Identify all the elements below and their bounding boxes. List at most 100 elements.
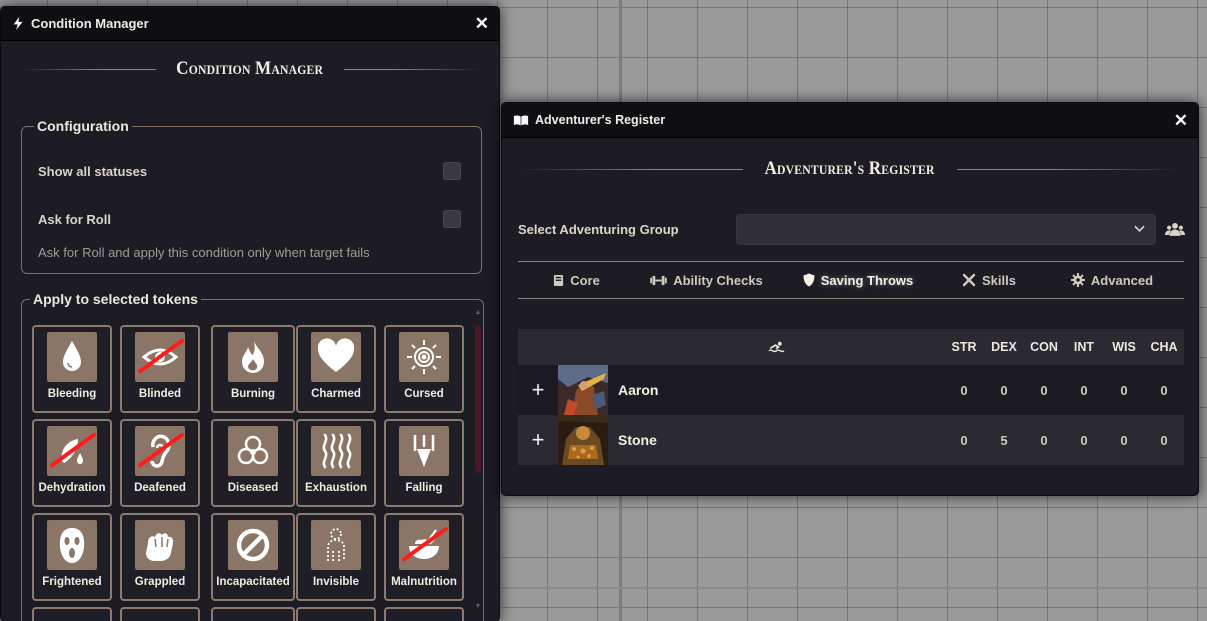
show-all-statuses-checkbox[interactable] bbox=[443, 162, 461, 180]
save-value-dex[interactable]: 5 bbox=[984, 433, 1024, 448]
adventuring-group-select[interactable] bbox=[736, 213, 1157, 245]
ask-for-roll-checkbox[interactable] bbox=[443, 210, 461, 228]
column-header-int: INT bbox=[1073, 340, 1095, 354]
show-all-statuses-label: Show all statuses bbox=[38, 163, 148, 179]
condition-tile-burning[interactable]: Burning bbox=[211, 325, 295, 413]
spiral-sun-icon bbox=[399, 332, 449, 382]
tab-label: Saving Throws bbox=[820, 272, 914, 288]
add-button[interactable]: + bbox=[518, 377, 558, 403]
tab-label: Ability Checks bbox=[673, 272, 763, 288]
blinded-eye-icon bbox=[135, 332, 185, 382]
condition-label: Diseased bbox=[227, 482, 279, 494]
condition-label: Cursed bbox=[404, 388, 444, 400]
save-value-dex[interactable]: 0 bbox=[984, 383, 1024, 398]
heat-waves-icon bbox=[311, 426, 361, 476]
column-header-wis: WIS bbox=[1112, 340, 1136, 354]
save-value-wis[interactable]: 0 bbox=[1104, 383, 1144, 398]
condition-tile[interactable] bbox=[296, 607, 376, 621]
save-value-int[interactable]: 0 bbox=[1064, 383, 1104, 398]
apply-legend: Apply to selected tokens bbox=[33, 291, 198, 307]
window-header[interactable]: Condition Manager ✕ bbox=[1, 7, 499, 41]
condition-tile-cursed[interactable]: Cursed bbox=[384, 325, 464, 413]
tab-label: Skills bbox=[982, 272, 1016, 288]
save-value-str[interactable]: 0 bbox=[944, 383, 984, 398]
adventurers-register-window: Adventurer's Register ✕ Adventurer's Reg… bbox=[501, 102, 1199, 496]
malnutrition-bowl-icon bbox=[399, 520, 449, 570]
crossed-tools-icon bbox=[962, 273, 976, 287]
condition-manager-window: Condition Manager ✕ Condition Manager Co… bbox=[0, 6, 500, 621]
invisible-figure-icon bbox=[311, 520, 361, 570]
window-header[interactable]: Adventurer's Register ✕ bbox=[502, 103, 1198, 138]
dumbbell-icon bbox=[650, 275, 667, 286]
save-value-str[interactable]: 0 bbox=[944, 433, 984, 448]
condition-label: Malnutrition bbox=[391, 576, 457, 588]
condition-tile-charmed[interactable]: Charmed bbox=[296, 325, 376, 413]
condition-tile-falling[interactable]: Falling bbox=[384, 419, 464, 507]
condition-tile-malnutrition[interactable]: Malnutrition bbox=[384, 513, 464, 601]
tab-advanced[interactable]: Advanced bbox=[1040, 262, 1184, 298]
character-name: Aaron bbox=[618, 382, 659, 398]
table-row: + Stone 0 5 0 0 0 0 bbox=[518, 415, 1184, 465]
condition-tile-blinded[interactable]: Blinded bbox=[120, 325, 200, 413]
page-title: Condition Manager bbox=[176, 58, 324, 79]
condition-label: Blinded bbox=[138, 388, 182, 400]
configuration-group: Configuration Show all statuses Ask for … bbox=[21, 118, 482, 274]
add-button[interactable]: + bbox=[518, 427, 558, 453]
condition-tile[interactable] bbox=[32, 607, 112, 621]
show-all-statuses-row: Show all statuses bbox=[38, 162, 461, 180]
condition-label: Dehydration bbox=[38, 482, 106, 494]
save-value-cha[interactable]: 0 bbox=[1144, 383, 1184, 398]
chevron-down-icon bbox=[1134, 222, 1145, 236]
condition-label: Falling bbox=[405, 482, 443, 494]
manage-group-button[interactable] bbox=[1164, 218, 1186, 240]
condition-label: Deafened bbox=[134, 482, 186, 494]
save-value-cha[interactable]: 0 bbox=[1144, 433, 1184, 448]
condition-tile-exhaustion[interactable]: Exhaustion bbox=[296, 419, 376, 507]
tab-skills[interactable]: Skills bbox=[938, 262, 1040, 298]
close-button[interactable]: ✕ bbox=[1174, 112, 1188, 129]
condition-tile-grappled[interactable]: Grappled bbox=[120, 513, 200, 601]
condition-tile-diseased[interactable]: Diseased bbox=[211, 419, 295, 507]
close-button[interactable]: ✕ bbox=[475, 15, 489, 32]
save-value-con[interactable]: 0 bbox=[1024, 433, 1064, 448]
condition-label: Frightened bbox=[42, 576, 102, 588]
condition-tile[interactable] bbox=[211, 607, 295, 621]
condition-tile-incapacitated[interactable]: Incapacitated bbox=[211, 513, 295, 601]
tab-saving-throws[interactable]: Saving Throws bbox=[778, 262, 938, 298]
condition-label: Invisible bbox=[312, 576, 360, 588]
scrollbar[interactable] bbox=[475, 325, 481, 615]
ask-for-roll-hint: Ask for Roll and apply this condition on… bbox=[38, 245, 370, 260]
open-book-icon bbox=[512, 113, 529, 127]
save-value-con[interactable]: 0 bbox=[1024, 383, 1064, 398]
tab-core[interactable]: Core bbox=[518, 262, 635, 298]
condition-grid: Bleeding Blinded Burning Charmed Cursed … bbox=[32, 325, 464, 621]
scream-mask-icon bbox=[47, 520, 97, 570]
column-header-cha: CHA bbox=[1150, 340, 1178, 354]
scroll-up-arrow-icon[interactable]: ▲ bbox=[474, 309, 482, 316]
condition-tile-dehydration[interactable]: Dehydration bbox=[32, 419, 112, 507]
scrollbar-thumb[interactable] bbox=[475, 325, 481, 473]
configuration-legend: Configuration bbox=[37, 118, 129, 134]
condition-tile-deafened[interactable]: Deafened bbox=[120, 419, 200, 507]
save-value-int[interactable]: 0 bbox=[1064, 433, 1104, 448]
adventuring-group-label: Select Adventuring Group bbox=[518, 221, 679, 237]
scroll-down-arrow-icon[interactable]: ▼ bbox=[474, 603, 482, 610]
swimmer-icon bbox=[608, 341, 944, 353]
divider bbox=[956, 168, 1181, 170]
condition-tile-invisible[interactable]: Invisible bbox=[296, 513, 376, 601]
condition-tile[interactable] bbox=[120, 607, 200, 621]
window-title: Condition Manager bbox=[31, 16, 149, 31]
condition-tile-bleeding[interactable]: Bleeding bbox=[32, 325, 112, 413]
condition-tile-frightened[interactable]: Frightened bbox=[32, 513, 112, 601]
condition-label: Incapacitated bbox=[216, 576, 290, 588]
tab-ability-checks[interactable]: Ability Checks bbox=[635, 262, 778, 298]
save-value-wis[interactable]: 0 bbox=[1104, 433, 1144, 448]
condition-label: Bleeding bbox=[47, 388, 97, 400]
column-header-con: CON bbox=[1030, 340, 1058, 354]
banner: Condition Manager bbox=[1, 41, 499, 97]
condition-tile[interactable] bbox=[384, 607, 464, 621]
apply-to-tokens-group: Apply to selected tokens Bleeding Blinde… bbox=[21, 291, 484, 621]
flame-icon bbox=[228, 332, 278, 382]
tab-bar: Core Ability Checks Saving Throws Skills… bbox=[518, 261, 1184, 299]
avatar bbox=[558, 365, 608, 415]
